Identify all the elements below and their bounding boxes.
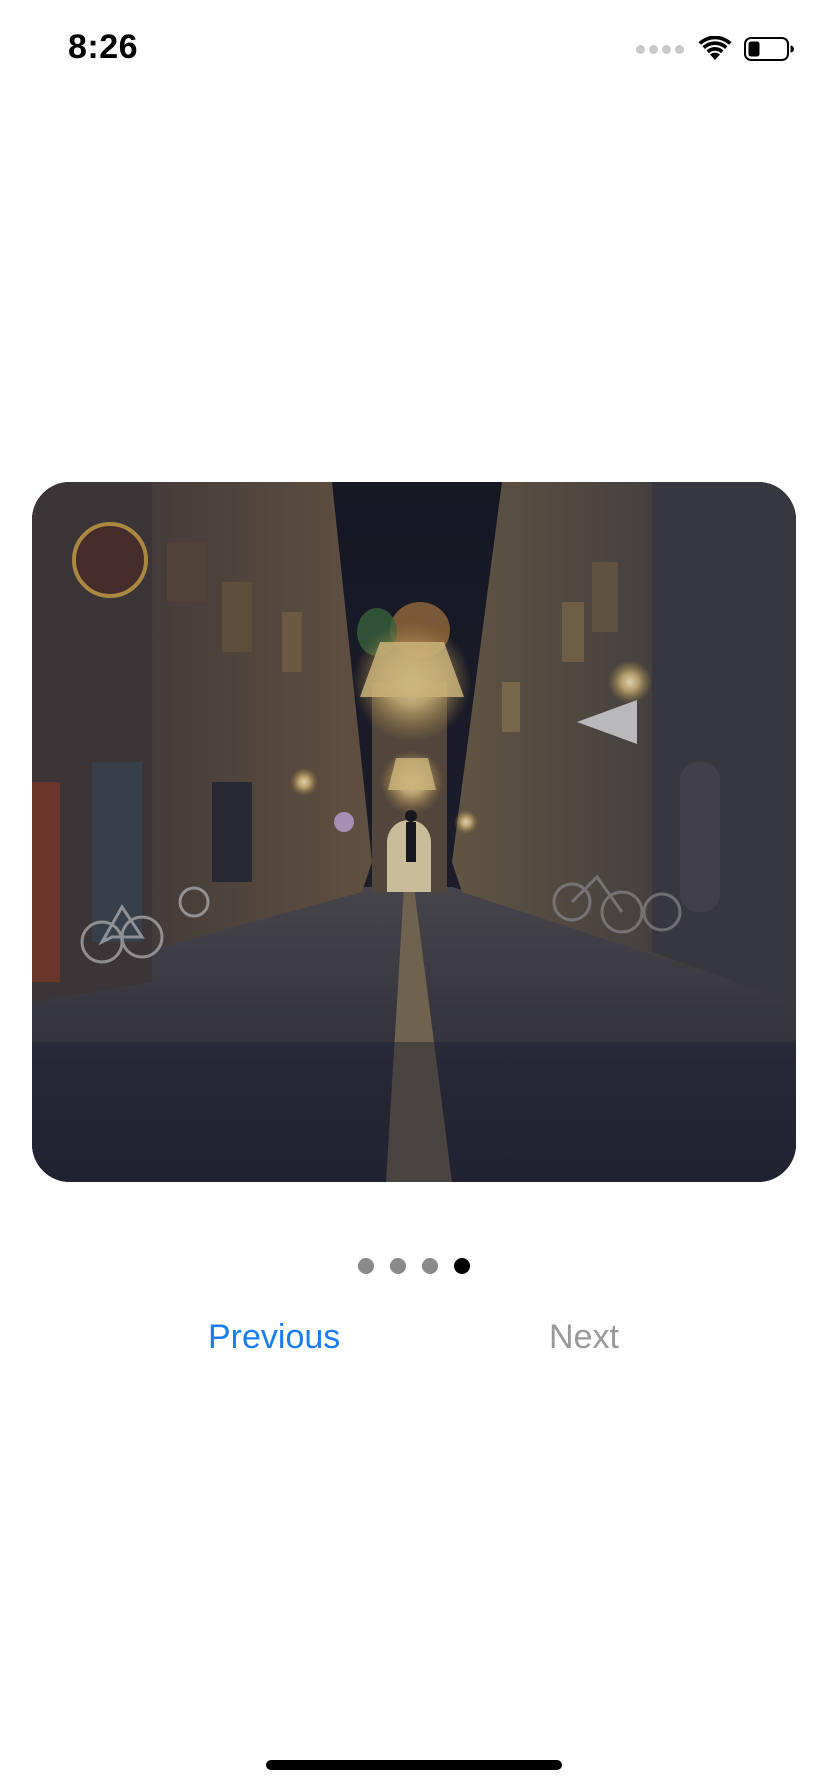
street-night-photo bbox=[32, 482, 796, 1182]
battery-icon bbox=[744, 37, 794, 61]
previous-button[interactable]: Previous bbox=[208, 1318, 340, 1357]
page-dot-1[interactable] bbox=[358, 1258, 374, 1274]
page-dot-3[interactable] bbox=[422, 1258, 438, 1274]
page-dot-2[interactable] bbox=[390, 1258, 406, 1274]
status-indicators bbox=[636, 34, 794, 64]
wifi-icon bbox=[698, 36, 732, 60]
page-indicator[interactable] bbox=[0, 1258, 828, 1274]
status-bar: 8:26 bbox=[0, 0, 828, 100]
page-dot-4-active[interactable] bbox=[454, 1258, 470, 1274]
next-button[interactable]: Next bbox=[549, 1318, 619, 1357]
cellular-signal-icon bbox=[636, 44, 684, 54]
gallery-photo[interactable] bbox=[32, 482, 796, 1182]
status-time: 8:26 bbox=[68, 28, 139, 66]
home-indicator[interactable] bbox=[266, 1760, 562, 1770]
